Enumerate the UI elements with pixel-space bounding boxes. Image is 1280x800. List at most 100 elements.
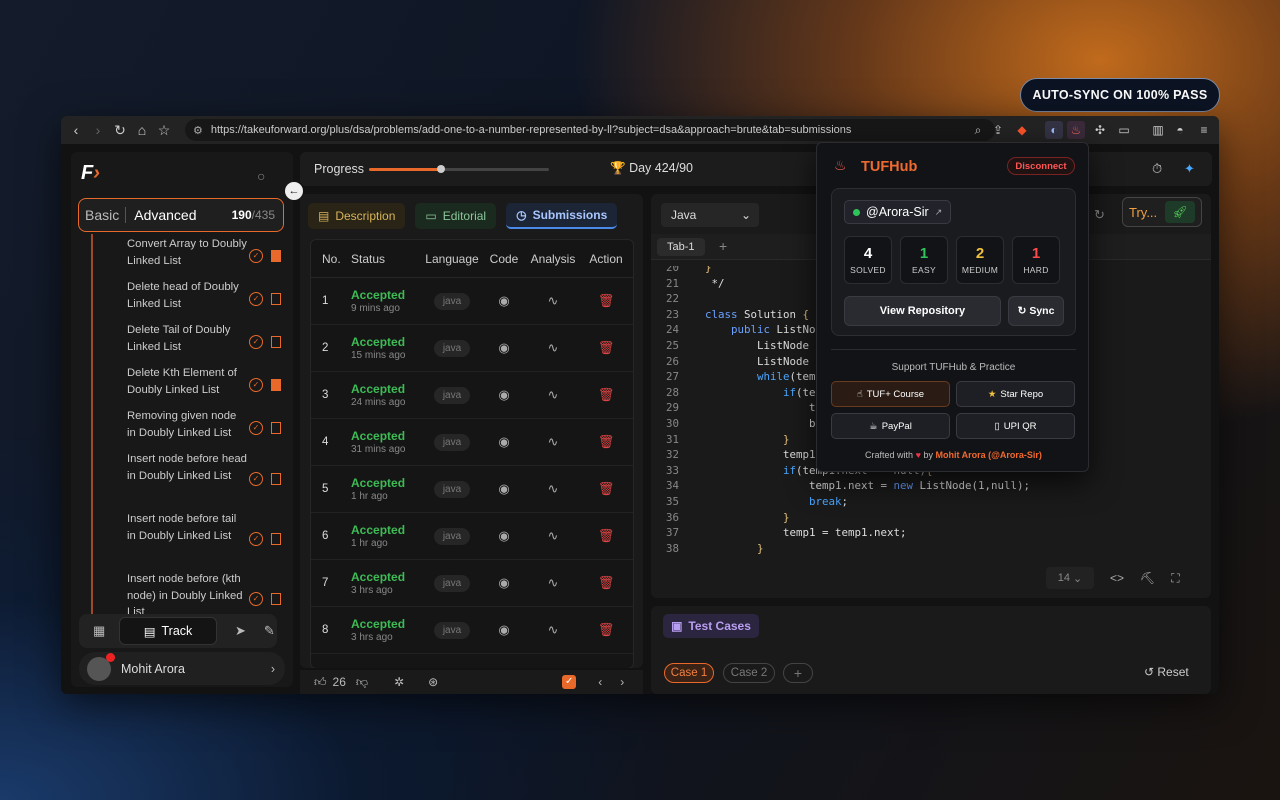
next-problem-icon[interactable]: ›: [620, 675, 624, 689]
send-icon[interactable]: ➤: [235, 623, 246, 639]
case-1-tab[interactable]: Case 1: [664, 663, 714, 683]
case-2-tab[interactable]: Case 2: [723, 663, 775, 683]
back-icon[interactable]: ‹: [65, 122, 87, 138]
paint-icon[interactable]: ⛏: [1140, 571, 1155, 585]
problem-list-item[interactable]: Convert Array to Doubly Linked List ✓: [93, 234, 287, 277]
table-row[interactable]: 3 Accepted 24 mins ago java ◉ ∿ 🗑︎: [311, 372, 633, 419]
analysis-icon[interactable]: ∿: [523, 622, 583, 638]
reset-code-icon[interactable]: ↻: [1094, 207, 1105, 223]
extension-icon[interactable]: ◐: [1045, 121, 1063, 139]
share-icon[interactable]: ⇪: [989, 121, 1007, 139]
delete-icon[interactable]: 🗑︎: [583, 481, 629, 497]
reload-icon[interactable]: ↻: [109, 122, 131, 139]
try-button[interactable]: Try... 🚀︎: [1122, 197, 1202, 227]
basic-tab[interactable]: Basic: [79, 207, 125, 223]
bookmark-icon[interactable]: ☆: [153, 122, 175, 139]
delete-icon[interactable]: 🗑︎: [583, 387, 629, 403]
puzzle-icon[interactable]: ✣: [1091, 121, 1109, 139]
bookmark-icon[interactable]: [271, 473, 281, 485]
disconnect-button[interactable]: Disconnect: [1007, 157, 1075, 175]
view-code-icon[interactable]: ◉: [485, 434, 523, 450]
user-profile[interactable]: Mohit Arora ›: [79, 652, 285, 685]
search-icon[interactable]: ○: [257, 168, 265, 184]
bookmark-icon[interactable]: [271, 378, 281, 391]
analysis-icon[interactable]: ∿: [523, 575, 583, 591]
view-code-icon[interactable]: ◉: [485, 387, 523, 403]
thumbs-up-icon[interactable]: 👍︎: [314, 675, 327, 690]
paypal-button[interactable]: ☕︎ PayPal: [831, 413, 950, 439]
table-row[interactable]: 6 Accepted 1 hr ago java ◉ ∿ 🗑︎: [311, 513, 633, 560]
menu-icon[interactable]: ≡: [1195, 121, 1213, 139]
brave-shield-icon[interactable]: ◆: [1013, 121, 1031, 139]
tab-submissions[interactable]: ◷ Submissions: [506, 203, 618, 229]
thumbs-down-icon[interactable]: 👎︎: [356, 675, 368, 690]
table-row[interactable]: 8 Accepted 3 hrs ago java ◉ ∿ 🗑︎: [311, 607, 633, 654]
star-repo-button[interactable]: ★ Star Repo: [956, 381, 1075, 407]
site-info-icon[interactable]: ⚙: [193, 124, 203, 137]
bookmark-icon[interactable]: [271, 292, 281, 305]
bug-icon[interactable]: ✲: [394, 675, 404, 689]
analysis-icon[interactable]: ∿: [523, 481, 583, 497]
basic-advanced-toggle[interactable]: Basic Advanced 190/435: [78, 198, 284, 232]
table-row[interactable]: 4 Accepted 31 mins ago java ◉ ∿ 🗑︎: [311, 419, 633, 466]
delete-icon[interactable]: 🗑︎: [583, 293, 629, 309]
analysis-icon[interactable]: ∿: [523, 293, 583, 309]
view-code-icon[interactable]: ◉: [485, 575, 523, 591]
sidebar-toggle-icon[interactable]: ▥: [1149, 121, 1167, 139]
table-row[interactable]: 2 Accepted 15 mins ago java ◉ ∿ 🗑︎: [311, 325, 633, 372]
view-code-icon[interactable]: ◉: [485, 622, 523, 638]
tab-editorial[interactable]: ▭ Editorial: [415, 203, 497, 229]
track-button[interactable]: ▤ Track: [119, 617, 217, 645]
dashboard-icon[interactable]: ▦: [93, 623, 105, 639]
delete-icon[interactable]: 🗑︎: [583, 622, 629, 638]
cast-icon[interactable]: ▭: [1115, 121, 1133, 139]
analysis-icon[interactable]: ∿: [523, 528, 583, 544]
delete-icon[interactable]: 🗑︎: [583, 575, 629, 591]
profile-handle-link[interactable]: @Arora-Sir ↗: [844, 200, 952, 224]
bookmark-icon[interactable]: [271, 249, 281, 262]
tufhub-extension-icon[interactable]: ♨: [1067, 121, 1085, 139]
table-row[interactable]: 1 Accepted 9 mins ago java ◉ ∿ 🗑︎: [311, 278, 633, 325]
zoom-icon[interactable]: ⌕: [969, 121, 987, 139]
font-size-select[interactable]: 14 ⌄: [1046, 567, 1094, 589]
bookmark-icon[interactable]: [271, 533, 281, 545]
view-repository-button[interactable]: View Repository: [844, 296, 1001, 326]
bookmark-icon[interactable]: [271, 335, 281, 348]
address-bar[interactable]: ⚙ https://takeuforward.org/plus/dsa/prob…: [185, 119, 995, 141]
view-code-icon[interactable]: ◉: [485, 481, 523, 497]
vpn-icon[interactable]: ◓: [1171, 121, 1189, 139]
bookmark-icon[interactable]: [271, 421, 281, 434]
delete-icon[interactable]: 🗑︎: [583, 434, 629, 450]
progress-knob[interactable]: [437, 165, 445, 173]
add-tab-icon[interactable]: +: [719, 238, 727, 254]
ai-sparkle-icon[interactable]: ✦: [1184, 161, 1195, 177]
view-code-icon[interactable]: ◉: [485, 340, 523, 356]
view-code-icon[interactable]: ◉: [485, 528, 523, 544]
view-code-icon[interactable]: ◉: [485, 293, 523, 309]
sync-button[interactable]: ↻ Sync: [1008, 296, 1064, 326]
rocket-icon[interactable]: 🚀︎: [1165, 201, 1196, 223]
delete-icon[interactable]: 🗑︎: [583, 340, 629, 356]
problem-list-item[interactable]: Insert node before (kth node) in Doubly …: [93, 569, 287, 614]
bookmark-icon[interactable]: [271, 593, 281, 605]
add-case-button[interactable]: +: [783, 663, 813, 683]
share-solution-icon[interactable]: ⊛: [428, 675, 438, 689]
editor-tab[interactable]: Tab-1: [657, 238, 705, 256]
problem-list-item[interactable]: Delete Tail of Doubly Linked List ✓: [93, 320, 287, 363]
tab-description[interactable]: ▤ Description: [308, 203, 406, 229]
timer-icon[interactable]: ⏱: [1152, 161, 1162, 177]
analysis-icon[interactable]: ∿: [523, 340, 583, 356]
table-row[interactable]: 5 Accepted 1 hr ago java ◉ ∿ 🗑︎: [311, 466, 633, 513]
code-format-icon[interactable]: <>: [1110, 571, 1124, 585]
forward-icon[interactable]: ›: [87, 122, 109, 138]
prev-problem-icon[interactable]: ‹: [598, 675, 602, 689]
problem-list-item[interactable]: Delete head of Doubly Linked List ✓: [93, 277, 287, 320]
problem-list-item[interactable]: Removing given node in Doubly Linked Lis…: [93, 406, 287, 449]
home-icon[interactable]: ⌂: [131, 122, 153, 138]
delete-icon[interactable]: 🗑︎: [583, 528, 629, 544]
fullscreen-icon[interactable]: ⛶: [1171, 571, 1179, 586]
notes-icon[interactable]: ✎: [264, 623, 275, 639]
testcases-tab[interactable]: ▣ Test Cases: [663, 614, 759, 638]
problem-list-item[interactable]: Delete Kth Element of Doubly Linked List…: [93, 363, 287, 406]
problem-list-item[interactable]: Insert node before head in Doubly Linked…: [93, 449, 287, 509]
